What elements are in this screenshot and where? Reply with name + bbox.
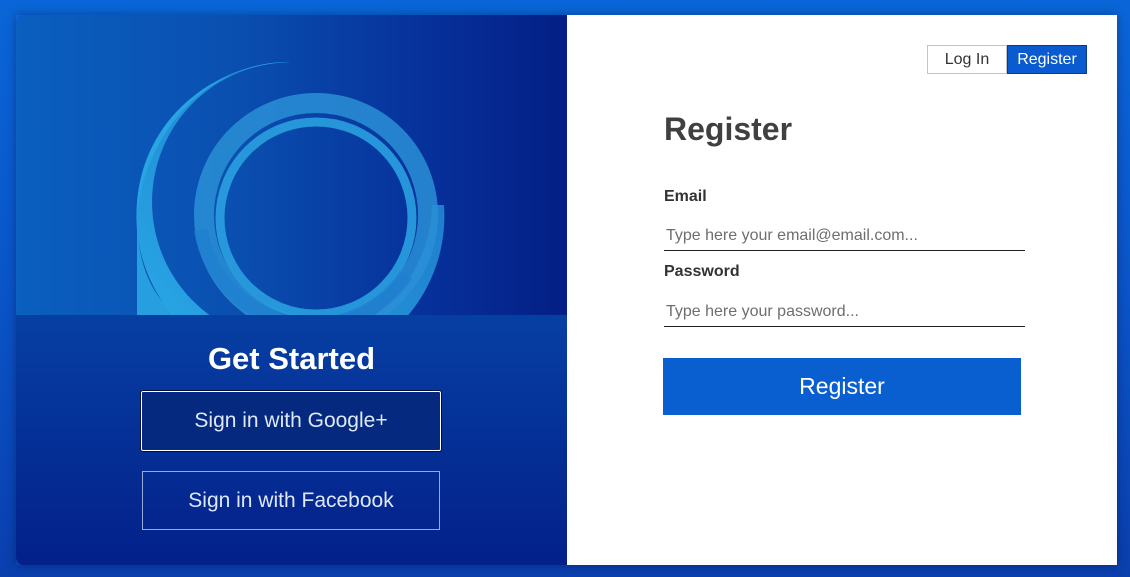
- get-started-heading: Get Started: [207, 341, 376, 376]
- tab-login[interactable]: Log In: [927, 45, 1007, 74]
- right-panel: Log In Register Register Email Password …: [567, 15, 1117, 565]
- password-label: Password: [664, 263, 740, 280]
- left-panel: Get Started Sign in with Google+ Sign in…: [16, 15, 567, 565]
- tab-register[interactable]: Register: [1007, 45, 1087, 74]
- register-button[interactable]: Register: [663, 358, 1021, 415]
- page-title: Register: [664, 111, 793, 147]
- facebook-signin-button[interactable]: Sign in with Facebook: [142, 471, 440, 530]
- email-field[interactable]: [664, 221, 1025, 251]
- password-field[interactable]: [664, 297, 1025, 327]
- ring-logo-icon: [136, 61, 445, 315]
- auth-card: Get Started Sign in with Google+ Sign in…: [16, 15, 1117, 565]
- auth-tabs: Log In Register: [927, 45, 1087, 74]
- google-signin-button[interactable]: Sign in with Google+: [141, 391, 441, 451]
- hero-banner: [16, 15, 567, 315]
- email-label: Email: [664, 188, 707, 205]
